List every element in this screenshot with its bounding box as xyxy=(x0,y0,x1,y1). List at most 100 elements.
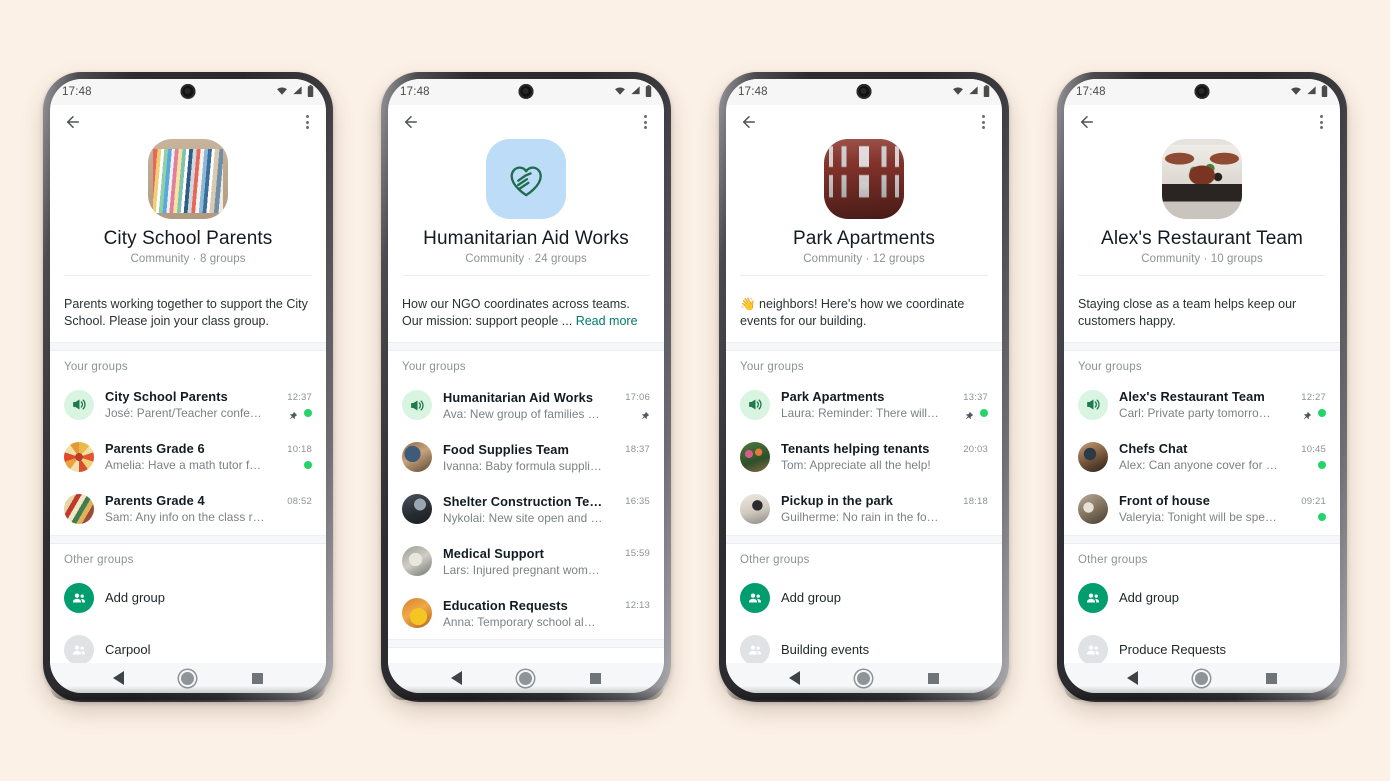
group-list-item[interactable]: Pickup in the park Guilherme: No rain in … xyxy=(726,483,1002,535)
other-group-item[interactable]: Add group xyxy=(1064,572,1340,624)
groups-list[interactable]: Your groups Park Apartments Laura: Reminde… xyxy=(726,350,1002,663)
group-preview: Ivanna: Baby formula supplies running … xyxy=(443,458,603,473)
read-more-link[interactable]: Read more xyxy=(576,314,638,328)
other-group-item[interactable]: Carpool xyxy=(50,624,326,663)
nav-back-triangle-icon[interactable] xyxy=(112,671,124,685)
phone-alexs-restaurant-team: 17:48 Alex's Restaurant Team Community · 1… xyxy=(1057,72,1347,702)
group-text: Front of house Valeryia: Tonight will be … xyxy=(1119,493,1279,524)
section-divider xyxy=(50,534,326,544)
groups-list[interactable]: Your groups Alex's Restaurant Team Carl: P… xyxy=(1064,350,1340,663)
nav-home-circle-icon[interactable] xyxy=(1195,671,1209,685)
group-list-item[interactable]: Tenants helping tenants Tom: Appreciate a… xyxy=(726,431,1002,483)
other-group-label: Building events xyxy=(781,642,870,658)
app-bar xyxy=(50,105,326,139)
status-time: 17:48 xyxy=(400,86,430,98)
phone-screen: 17:48 Alex's Restaurant Team Community · 1… xyxy=(1064,79,1340,693)
nav-home-circle-icon[interactable] xyxy=(519,671,533,685)
group-list-item[interactable]: Parents Grade 4 Sam: Any info on the clas… xyxy=(50,483,326,535)
nav-recents-square-icon[interactable] xyxy=(590,672,602,684)
groups-list[interactable]: Your groups Humanitarian Aid Works Ava: Ne… xyxy=(388,351,664,663)
add-group-icon xyxy=(64,582,94,613)
group-time: 09:21 xyxy=(1301,495,1326,507)
group-avatar xyxy=(402,442,432,472)
your-groups-label: Your groups xyxy=(402,361,466,373)
phone-city-school-parents: 17:48 City School Parents Community · 8 gr… xyxy=(43,72,333,702)
group-time: 12:37 xyxy=(287,391,312,403)
group-title: Food Supplies Team xyxy=(443,441,569,457)
group-preview: Guilherme: No rain in the forecast! xyxy=(781,510,941,525)
nav-back-triangle-icon[interactable] xyxy=(450,671,462,685)
group-meta: 12:27 xyxy=(1290,391,1326,419)
android-nav-bar xyxy=(1064,663,1340,693)
section-divider xyxy=(726,534,1002,544)
nav-home-circle-icon[interactable] xyxy=(857,671,871,685)
group-list-item[interactable]: Food Supplies Team Ivanna: Baby formula s… xyxy=(388,431,664,483)
other-group-item[interactable]: Produce Requests xyxy=(1064,624,1340,663)
android-nav-bar xyxy=(50,663,326,693)
other-group-label: Produce Requests xyxy=(1119,642,1226,658)
group-preview: Valeryia: Tonight will be special! xyxy=(1119,510,1279,525)
status-time: 17:48 xyxy=(738,86,768,98)
back-icon[interactable] xyxy=(1078,113,1096,131)
community-avatar[interactable] xyxy=(148,139,228,219)
group-list-item[interactable]: Education Requests Anna: Temporary school… xyxy=(388,587,664,639)
back-icon[interactable] xyxy=(402,113,420,131)
nav-recents-square-icon[interactable] xyxy=(252,672,264,684)
nav-back-triangle-icon[interactable] xyxy=(788,671,800,685)
back-icon[interactable] xyxy=(740,113,758,131)
group-text: Park Apartments Laura: Reminder: There wi… xyxy=(781,389,941,420)
overflow-menu-icon[interactable] xyxy=(641,111,650,133)
group-list-item[interactable]: Park Apartments Laura: Reminder: There wi… xyxy=(726,379,1002,431)
group-list-item[interactable]: Humanitarian Aid Works Ava: New group of … xyxy=(388,379,664,431)
group-text: City School Parents José: Parent/Teacher … xyxy=(105,389,265,420)
other-group-label: Carpool xyxy=(105,642,151,658)
cellular-signal-icon xyxy=(630,85,641,99)
other-groups-label: Other groups xyxy=(1078,553,1148,566)
group-title: Parents Grade 4 xyxy=(105,493,205,509)
group-list-item[interactable]: Chefs Chat Alex: Can anyone cover for me?… xyxy=(1064,431,1340,483)
nav-back-triangle-icon[interactable] xyxy=(1126,671,1138,685)
group-list-item[interactable]: City School Parents José: Parent/Teacher … xyxy=(50,379,326,431)
status-bar: 17:48 xyxy=(1064,79,1340,105)
pin-icon xyxy=(1302,408,1312,419)
community-avatar[interactable] xyxy=(824,139,904,219)
pin-icon xyxy=(288,408,298,419)
status-icons xyxy=(276,84,314,100)
row-meta xyxy=(640,408,650,420)
nav-home-circle-icon[interactable] xyxy=(181,671,195,685)
group-title: Park Apartments xyxy=(781,389,885,405)
wifi-icon xyxy=(614,85,626,100)
section-divider xyxy=(388,639,664,648)
group-time: 12:27 xyxy=(1301,391,1326,403)
overflow-menu-icon[interactable] xyxy=(979,111,988,133)
group-title: Shelter Construction Team xyxy=(443,493,603,509)
group-avatar xyxy=(402,598,432,628)
other-group-item[interactable]: Add group xyxy=(50,572,326,624)
group-time: 18:18 xyxy=(963,495,988,507)
cellular-signal-icon xyxy=(1306,85,1317,99)
other-group-item[interactable]: Building events xyxy=(726,624,1002,663)
group-list-item[interactable]: Front of house Valeryia: Tonight will be … xyxy=(1064,483,1340,535)
group-list-item[interactable]: Alex's Restaurant Team Carl: Private part… xyxy=(1064,379,1340,431)
community-avatar[interactable] xyxy=(1162,139,1242,219)
status-time: 17:48 xyxy=(1076,86,1106,98)
nav-recents-square-icon[interactable] xyxy=(928,672,940,684)
announcement-avatar xyxy=(1078,389,1108,420)
other-group-item[interactable]: Add group xyxy=(726,572,1002,624)
group-list-item[interactable]: Parents Grade 6 Amelia: Have a math tutor… xyxy=(50,431,326,483)
community-avatar[interactable] xyxy=(486,139,566,219)
other-group-label: Add group xyxy=(105,590,165,606)
group-preview: Carl: Private party tomorrow in… xyxy=(1119,406,1279,421)
pin-icon xyxy=(964,408,974,419)
community-subtitle: Community · 24 groups xyxy=(465,253,587,265)
group-list-item[interactable]: Shelter Construction Team Nykolai: New si… xyxy=(388,483,664,535)
back-icon[interactable] xyxy=(64,113,82,131)
groups-list[interactable]: Your groups City School Parents José: Pare… xyxy=(50,350,326,663)
overflow-menu-icon[interactable] xyxy=(1317,111,1326,133)
status-bar: 17:48 xyxy=(388,79,664,105)
header-divider xyxy=(1078,275,1326,276)
nav-recents-square-icon[interactable] xyxy=(1266,672,1278,684)
group-list-item[interactable]: Medical Support Lars: Injured pregnant wo… xyxy=(388,535,664,587)
add-group-icon xyxy=(1078,582,1108,613)
overflow-menu-icon[interactable] xyxy=(303,111,312,133)
